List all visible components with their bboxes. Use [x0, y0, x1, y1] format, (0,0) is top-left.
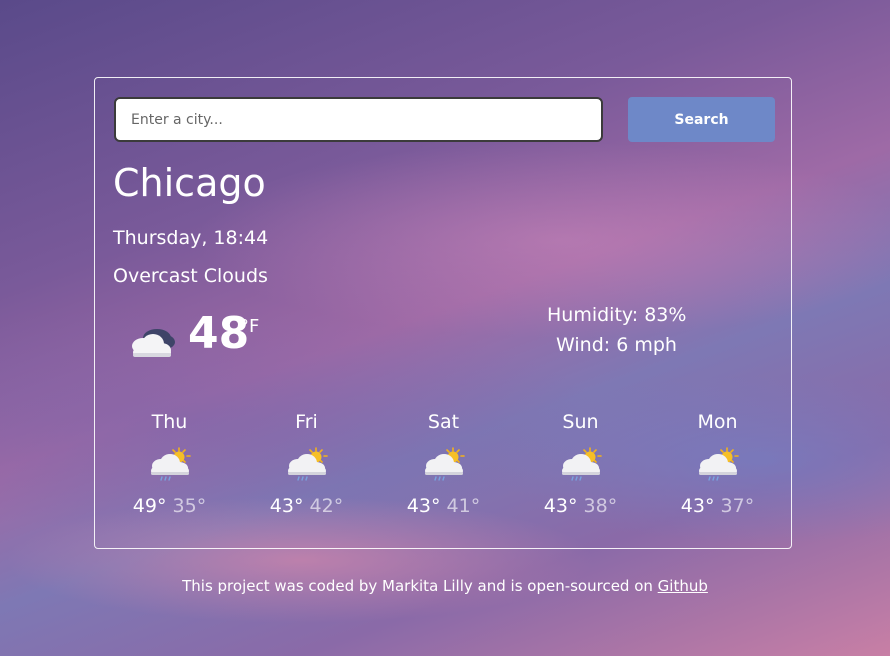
sun-cloud-rain-icon: [424, 447, 465, 481]
temperature-unit-fahrenheit[interactable]: °F: [240, 316, 259, 338]
forecast-day-name: Fri: [295, 411, 318, 433]
forecast-min-temp: 38°: [583, 495, 618, 517]
forecast-min-temp: 42°: [309, 495, 344, 517]
forecast-temps: 43° 38°: [512, 494, 649, 518]
search-button[interactable]: Search: [628, 97, 775, 142]
forecast-max-temp: 43°: [543, 495, 578, 517]
forecast-max-temp: 43°: [406, 495, 441, 517]
footer: This project was coded by Markita Lilly …: [0, 576, 890, 596]
forecast-list: Thu 49° 35° Fri 43° 42° Sat 43° 41° Sun …: [101, 408, 787, 533]
sun-cloud-rain-icon: [561, 447, 602, 481]
forecast-day: Fri 43° 42°: [238, 408, 375, 518]
humidity-value: Humidity: 83%: [547, 304, 687, 326]
wind-value: Wind: 6 mph: [556, 334, 677, 356]
forecast-temps: 49° 35°: [101, 494, 238, 518]
weather-card: Search Chicago Thursday, 18:44 Overcast …: [94, 77, 792, 549]
forecast-min-temp: 35°: [172, 495, 207, 517]
forecast-temps: 43° 37°: [649, 494, 786, 518]
sun-cloud-rain-icon: [150, 447, 191, 481]
forecast-day: Mon 43° 37°: [649, 408, 786, 518]
forecast-day: Thu 49° 35°: [101, 408, 238, 518]
forecast-day-name: Sat: [427, 411, 460, 433]
forecast-day-name: Thu: [151, 411, 188, 433]
forecast-temps: 43° 41°: [375, 494, 512, 518]
forecast-max-temp: 49°: [132, 495, 167, 517]
city-search-input[interactable]: [114, 97, 603, 142]
overcast-clouds-icon: [132, 329, 175, 357]
weather-description: Overcast Clouds: [113, 265, 268, 287]
forecast-day: Sun 43° 38°: [512, 408, 649, 518]
sun-cloud-rain-icon: [287, 447, 328, 481]
sun-cloud-rain-icon: [698, 447, 739, 481]
current-date: Thursday, 18:44: [113, 227, 269, 249]
forecast-min-temp: 37°: [720, 495, 755, 517]
forecast-day-name: Mon: [697, 411, 738, 433]
github-link[interactable]: Github: [658, 577, 708, 595]
forecast-temps: 43° 42°: [238, 494, 375, 518]
forecast-max-temp: 43°: [680, 495, 715, 517]
forecast-max-temp: 43°: [269, 495, 304, 517]
footer-text: This project was coded by Markita Lilly …: [182, 577, 658, 595]
city-name: Chicago: [113, 161, 266, 205]
forecast-min-temp: 41°: [446, 495, 481, 517]
forecast-day-name: Sun: [562, 411, 599, 433]
forecast-day: Sat 43° 41°: [375, 408, 512, 518]
